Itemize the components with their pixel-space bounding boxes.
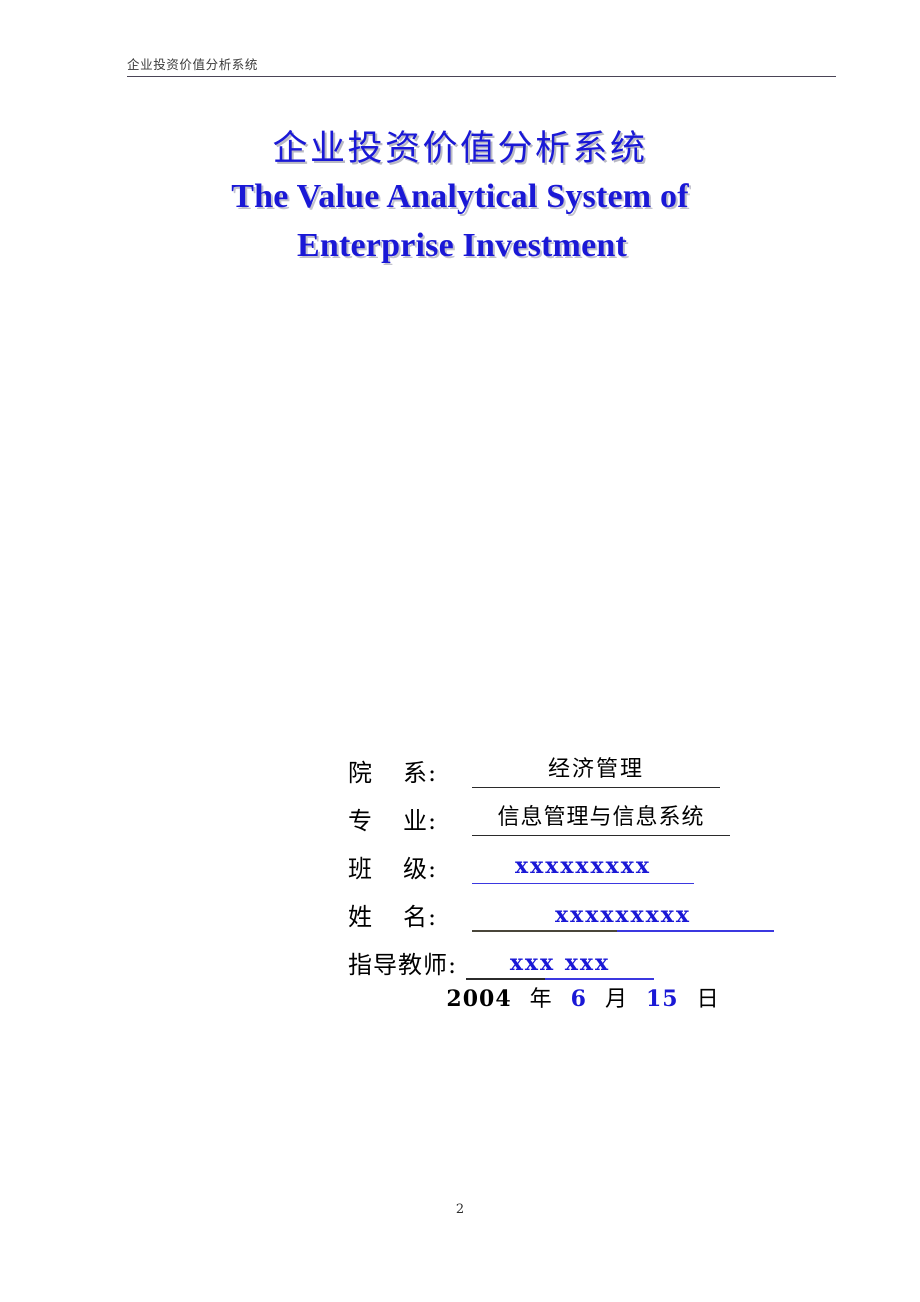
label-student-name-suffix: 名: xyxy=(403,903,438,931)
page-header-title: 企业投资价值分析系统 xyxy=(127,57,259,72)
date-day-unit: 日 xyxy=(696,987,720,1012)
cover-date-line: 2004 年 6 月 15 日 xyxy=(348,984,818,1015)
label-major: 专 业: xyxy=(348,806,472,836)
value-advisor: xxx xxx xyxy=(466,948,654,980)
value-major: 信息管理与信息系统 xyxy=(472,803,730,836)
value-student-name: xxxxxxxxx xyxy=(472,900,774,932)
label-class: 班 级: xyxy=(348,854,472,884)
title-chinese: 企业投资价值分析系统 xyxy=(272,129,648,169)
label-department: 院 系: xyxy=(348,758,472,788)
document-page: 企业投资价值分析系统 企业投资价值分析系统 The Value Analytic… xyxy=(0,0,920,1302)
label-department-suffix: 系: xyxy=(403,759,438,787)
date-year-unit: 年 xyxy=(529,987,553,1012)
info-row-class: 班 级: xxxxxxxxx xyxy=(348,836,818,884)
label-student-name: 姓 名: xyxy=(348,902,472,932)
label-major-prefix: 专 xyxy=(348,807,373,835)
value-department: 经济管理 xyxy=(472,755,720,788)
date-month: 6 xyxy=(570,986,587,1012)
label-advisor: 指导教师: xyxy=(348,950,466,980)
page-number: 2 xyxy=(455,1202,465,1217)
info-row-advisor: 指导教师: xxx xxx xyxy=(348,932,818,980)
label-department-prefix: 院 xyxy=(348,759,373,787)
page-header: 企业投资价值分析系统 xyxy=(127,56,836,77)
date-month-unit: 月 xyxy=(604,987,628,1012)
date-day: 15 xyxy=(645,986,679,1012)
info-row-department: 院 系: 经济管理 xyxy=(348,740,818,788)
label-advisor-prefix: 指导教 xyxy=(348,951,423,979)
cover-info-fields: 院 系: 经济管理 专 业: 信息管理与信息系统 班 级: xxxxxxxxx 姓 名:… xyxy=(348,740,818,980)
info-row-major: 专 业: 信息管理与信息系统 xyxy=(348,788,818,836)
cover-title-block: 企业投资价值分析系统 The Value Analytical System o… xyxy=(0,126,920,270)
label-class-suffix: 级: xyxy=(403,855,438,883)
title-english-line-1: The Value Analytical System of xyxy=(231,178,689,215)
label-student-name-prefix: 姓 xyxy=(348,903,373,931)
info-row-student-name: 姓 名: xxxxxxxxx xyxy=(348,884,818,932)
label-class-prefix: 班 xyxy=(348,855,373,883)
title-english-line-2: Enterprise Investment xyxy=(297,227,627,264)
date-year: 2004 xyxy=(446,986,512,1012)
label-major-suffix: 业: xyxy=(403,807,438,835)
header-divider xyxy=(127,76,836,77)
value-class: xxxxxxxxx xyxy=(472,851,694,884)
label-advisor-suffix: 师: xyxy=(423,951,458,979)
